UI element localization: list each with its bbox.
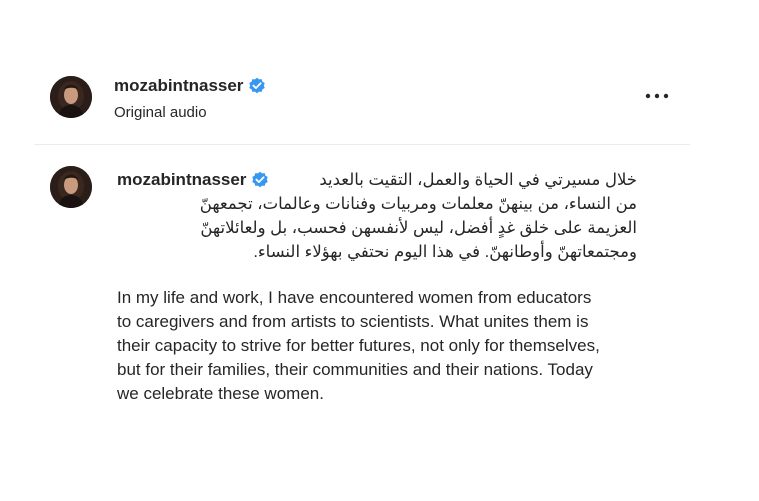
arabic-caption: mozabintnasser خلال مسيرتي في الحياة وال… bbox=[117, 168, 637, 264]
arabic-line: ومجتمعاتهنّ وأوطانهنّ. في هذا اليوم نحتف… bbox=[253, 243, 637, 261]
comment-avatar[interactable] bbox=[50, 166, 92, 208]
english-caption: In my life and work, I have encountered … bbox=[117, 286, 657, 406]
caption-username[interactable]: mozabintnasser bbox=[117, 168, 269, 192]
arabic-line: العزيمة على خلق غدٍ أفضل، ليس لأنفسهن فح… bbox=[200, 219, 637, 237]
post-header: mozabintnasser Original audio bbox=[34, 62, 690, 145]
profile-photo bbox=[50, 76, 92, 118]
english-line: their capacity to strive for better futu… bbox=[117, 336, 600, 355]
avatar[interactable] bbox=[50, 76, 92, 118]
username-text: mozabintnasser bbox=[117, 170, 247, 189]
profile-photo bbox=[50, 166, 92, 208]
more-options-button[interactable] bbox=[642, 84, 672, 108]
english-line: to caregivers and from artists to scient… bbox=[117, 312, 589, 331]
verified-badge-icon bbox=[252, 171, 269, 188]
caption: mozabintnasser خلال مسيرتي في الحياة وال… bbox=[117, 168, 657, 406]
english-line: but for their families, their communitie… bbox=[117, 360, 593, 379]
audio-label[interactable]: Original audio bbox=[114, 104, 207, 122]
post-username[interactable]: mozabintnasser bbox=[114, 76, 266, 96]
english-line: we celebrate these women. bbox=[117, 384, 324, 403]
username-text: mozabintnasser bbox=[114, 76, 244, 95]
post-page: mozabintnasser Original audio mozabintna… bbox=[0, 0, 759, 501]
more-horizontal-icon bbox=[645, 93, 669, 99]
arabic-line: من النساء، من بينهنّ معلمات ومربيات وفنا… bbox=[199, 195, 637, 213]
english-line: In my life and work, I have encountered … bbox=[117, 288, 592, 307]
verified-badge-icon bbox=[249, 77, 266, 94]
